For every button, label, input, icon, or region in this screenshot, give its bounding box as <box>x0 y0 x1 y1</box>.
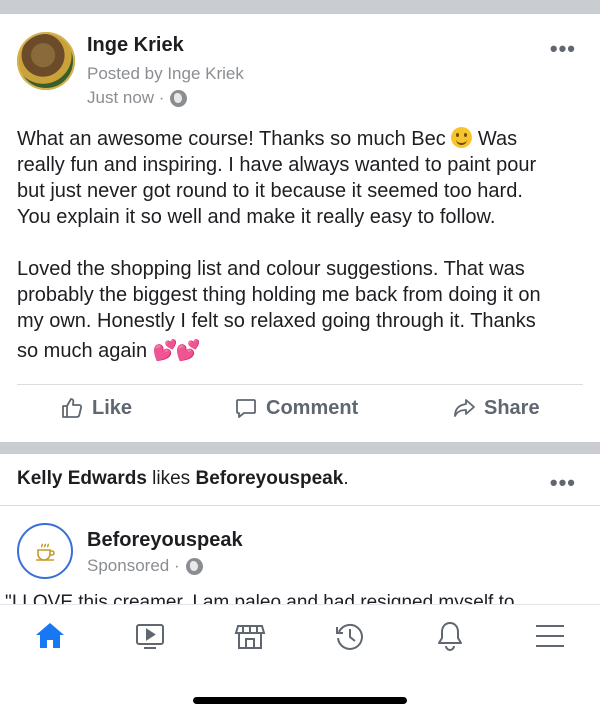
like-button[interactable]: Like <box>60 396 132 420</box>
sponsored-page-name[interactable]: Beforeyouspeak <box>87 529 243 552</box>
share-arrow-icon <box>454 399 475 417</box>
post-text: Was <box>477 128 518 150</box>
tab-watch[interactable] <box>133 619 167 653</box>
post-line: my own. Honestly I felt so relaxed going… <box>17 310 536 332</box>
activity-divider <box>0 505 600 506</box>
post-line: really fun and inspiring. I have always … <box>17 154 537 176</box>
home-icon <box>36 623 64 648</box>
tab-marketplace[interactable] <box>233 619 267 653</box>
post-text: so much again <box>17 340 148 362</box>
post-line: probably the biggest thing holding me ba… <box>17 284 541 306</box>
post-line: What an awesome course! Thanks so much B… <box>17 126 587 152</box>
feed-separator <box>0 442 600 454</box>
comment-icon <box>236 399 256 418</box>
activity-verb: likes <box>146 468 196 489</box>
page-avatar[interactable] <box>17 523 73 579</box>
share-label: Share <box>484 396 540 419</box>
post-more-button[interactable]: ••• <box>550 36 576 62</box>
post-actions-divider <box>17 384 583 385</box>
like-label: Like <box>92 396 133 419</box>
post-line: so much again 💕💕 <box>17 338 587 364</box>
marketplace-store-icon <box>234 625 266 649</box>
tab-menu[interactable] <box>533 619 567 653</box>
sponsored-row: Sponsored · <box>87 556 203 576</box>
tab-notifications[interactable] <box>433 619 467 653</box>
feed-separator-top <box>0 0 600 14</box>
tab-home[interactable] <box>33 619 67 653</box>
home-indicator[interactable] <box>193 697 407 704</box>
thumbs-up-icon <box>62 398 83 418</box>
two-hearts-emoji-icon: 💕💕 <box>152 340 201 362</box>
post-text: What an awesome course! Thanks so much B… <box>17 128 446 150</box>
ad-text-clipped: "I LOVE this creamer. I am paleo and had… <box>0 590 600 604</box>
activity-page[interactable]: Beforeyouspeak <box>195 468 343 489</box>
clock-history-icon <box>336 623 363 650</box>
posted-by-label: Posted by Inge Kriek <box>87 64 244 83</box>
globe-icon <box>185 557 203 575</box>
smile-emoji-icon <box>451 127 473 148</box>
bell-icon <box>438 622 462 651</box>
hamburger-menu-icon <box>536 625 564 647</box>
sponsored-label[interactable]: Sponsored · <box>87 556 180 576</box>
author-avatar-ring <box>17 32 75 90</box>
globe-icon <box>170 89 188 107</box>
post-body: What an awesome course! Thanks so much B… <box>17 126 587 364</box>
activity-more-button[interactable]: ••• <box>550 470 576 496</box>
friend-activity: Kelly Edwards likes Beforeyouspeak. <box>17 468 349 490</box>
post-line: Loved the shopping list and colour sugge… <box>17 258 525 280</box>
activity-dot: . <box>343 468 349 489</box>
share-button[interactable]: Share <box>452 396 540 420</box>
comment-button[interactable]: Comment <box>234 396 358 420</box>
post-timestamp-row: Just now · <box>87 88 188 108</box>
comment-label: Comment <box>266 396 359 419</box>
activity-user[interactable]: Kelly Edwards <box>17 468 147 489</box>
tab-memories[interactable] <box>333 619 367 653</box>
post-author-name[interactable]: Inge Kriek <box>87 34 184 57</box>
bottom-tab-bar <box>0 604 600 668</box>
post-line: You explain it so well and make it reall… <box>17 206 496 228</box>
post-actions: Like Comment Share <box>0 396 600 436</box>
post-timestamp[interactable]: Just now · <box>87 88 164 108</box>
post-line: but just never got round to it because i… <box>17 180 523 202</box>
ad-text: "I LOVE this creamer. I am paleo and had… <box>5 592 515 604</box>
video-play-icon <box>136 624 164 649</box>
coffee-cup-logo-icon <box>36 543 55 561</box>
